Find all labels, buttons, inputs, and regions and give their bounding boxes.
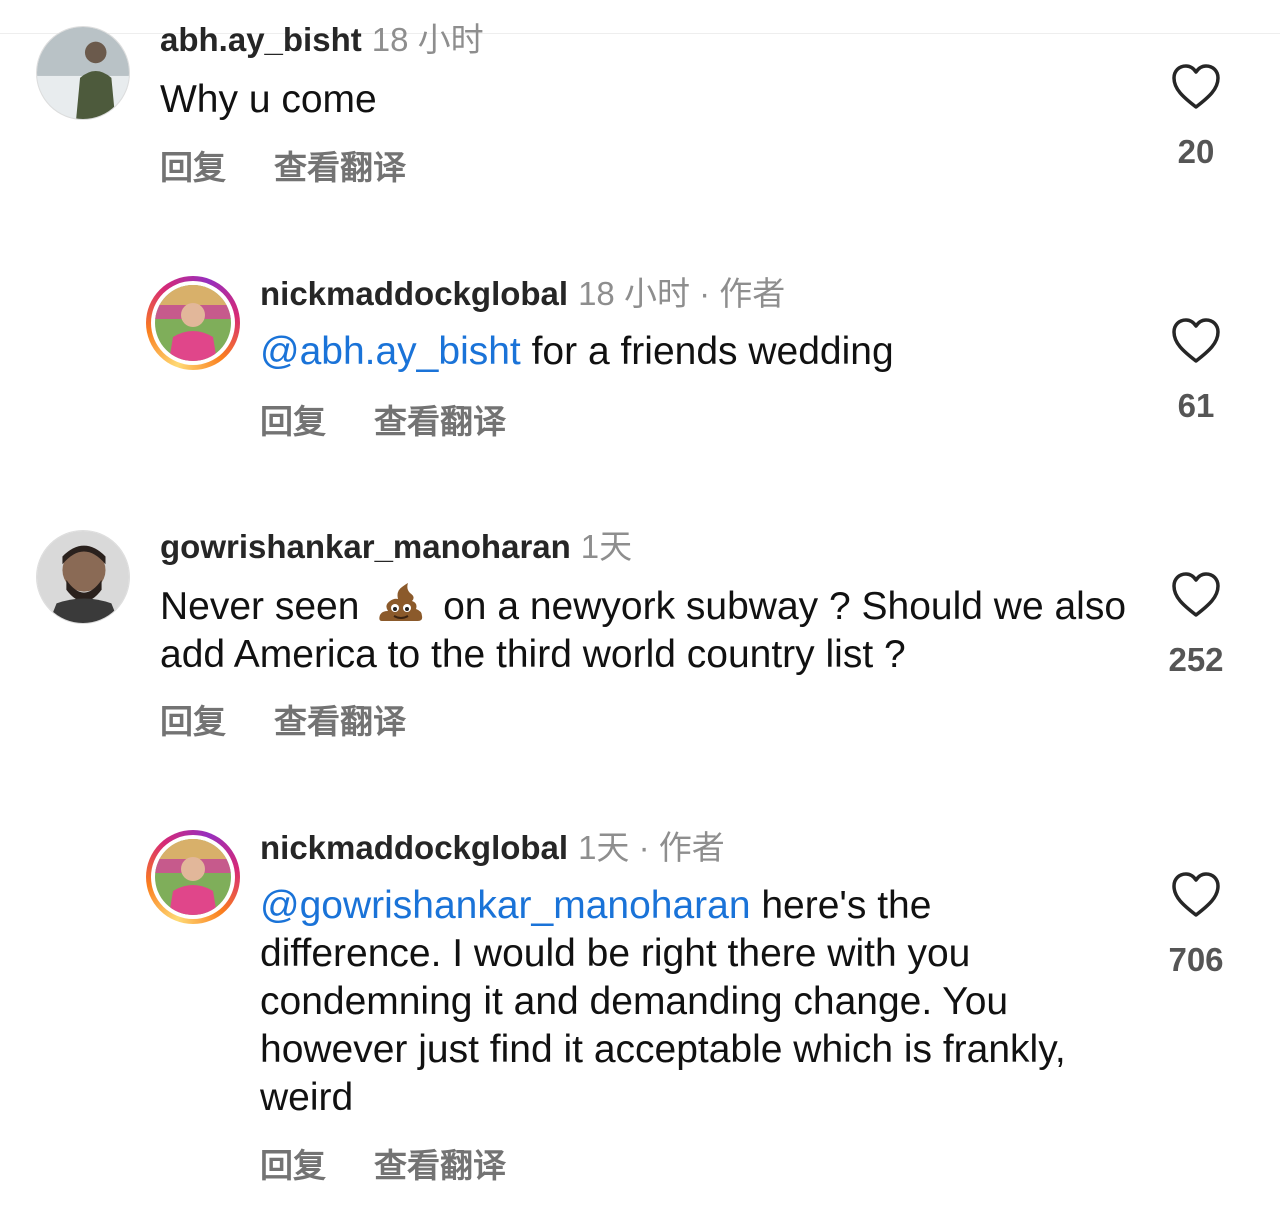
- reply-button[interactable]: 回复: [260, 403, 326, 440]
- comment-username[interactable]: nickmaddockglobal: [260, 275, 568, 312]
- comment-text: Never seen on a newyork subway ? Should …: [160, 581, 1130, 679]
- avatar: [155, 839, 231, 915]
- comment-text: @gowrishankar_manoharan here's the diffe…: [260, 884, 1066, 1119]
- comment-username[interactable]: nickmaddockglobal: [260, 829, 568, 866]
- heart-outline-icon[interactable]: [1171, 872, 1221, 918]
- reply-button[interactable]: 回复: [160, 703, 226, 740]
- like-control: 706: [1156, 872, 1236, 980]
- user-mention-link[interactable]: @gowrishankar_manoharan: [260, 884, 751, 927]
- comment-timestamp: 1天 · 作者: [578, 829, 725, 866]
- see-translation-button[interactable]: 查看翻译: [274, 149, 406, 186]
- like-count: 20: [1177, 133, 1215, 170]
- reply-button[interactable]: 回复: [260, 1147, 326, 1184]
- comment-username[interactable]: abh.ay_bisht: [160, 21, 362, 58]
- heart-outline-icon[interactable]: [1171, 64, 1221, 110]
- avatar-story-ring[interactable]: [146, 276, 240, 370]
- comment-timestamp: 1天: [580, 528, 633, 565]
- like-count: 252: [1168, 641, 1224, 678]
- reply-button[interactable]: 回复: [160, 149, 226, 186]
- like-control: 252: [1156, 572, 1236, 680]
- comment-timestamp: 18 小时: [371, 21, 484, 58]
- like-control: 61: [1156, 318, 1236, 426]
- like-control: 20: [1156, 64, 1236, 172]
- comment-text: @abh.ay_bisht for a friends wedding: [260, 330, 894, 373]
- heart-outline-icon[interactable]: [1171, 572, 1221, 618]
- comment-text: Why u come: [160, 78, 377, 121]
- comment-timestamp: 18 小时 · 作者: [578, 275, 786, 312]
- avatar: [155, 285, 231, 361]
- user-mention-link[interactable]: @abh.ay_bisht: [260, 330, 521, 373]
- avatar[interactable]: [36, 26, 130, 120]
- see-translation-button[interactable]: 查看翻译: [274, 703, 406, 740]
- see-translation-button[interactable]: 查看翻译: [374, 1147, 506, 1184]
- like-count: 61: [1177, 387, 1215, 424]
- avatar[interactable]: [36, 530, 130, 624]
- avatar-story-ring[interactable]: [146, 830, 240, 924]
- comment-username[interactable]: gowrishankar_manoharan: [160, 528, 571, 565]
- poop-emoji-icon: [379, 583, 423, 621]
- heart-outline-icon[interactable]: [1171, 318, 1221, 364]
- like-count: 706: [1168, 941, 1224, 978]
- see-translation-button[interactable]: 查看翻译: [374, 403, 506, 440]
